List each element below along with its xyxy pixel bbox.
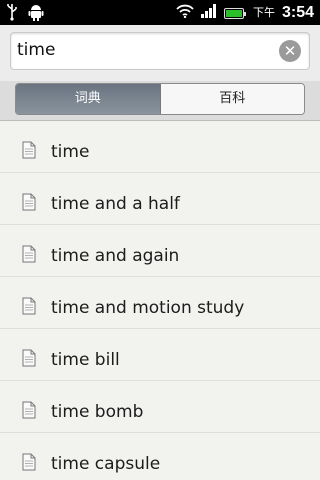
document-icon (22, 349, 36, 367)
search-input-text: time (17, 40, 56, 60)
status-ampm: 下午 (252, 6, 275, 19)
tab-bar: 词典 百科 (15, 83, 305, 115)
list-item[interactable]: time and motion study (0, 277, 320, 329)
list-item[interactable]: time bomb (0, 381, 320, 433)
list-item-label: time bill (51, 350, 120, 370)
android-icon (28, 3, 44, 26)
tab-dictionary[interactable]: 词典 (16, 84, 161, 114)
list-item-label: time (51, 142, 90, 162)
document-icon (22, 193, 36, 211)
status-time: 3:54 (281, 4, 314, 21)
status-bar: 下午 3:54 (0, 0, 320, 25)
list-item-label: time and a half (51, 194, 180, 214)
list-item[interactable]: time (0, 121, 320, 173)
list-item[interactable]: time bill (0, 329, 320, 381)
clear-icon[interactable]: ✕ (279, 40, 301, 62)
list-item-label: time bomb (51, 402, 144, 422)
list-item-label: time and again (51, 246, 180, 266)
document-icon (22, 401, 36, 419)
list-item[interactable]: time and a half (0, 173, 320, 225)
document-icon (22, 297, 36, 315)
battery-icon (223, 7, 246, 19)
list-item[interactable]: time and again (0, 225, 320, 277)
results-list: time time and a half time and again time… (0, 121, 320, 480)
list-item[interactable]: time capsule (0, 433, 320, 480)
document-icon (22, 245, 36, 263)
status-bar-right: 下午 3:54 (176, 2, 314, 24)
wifi-icon (176, 4, 194, 23)
search-area: time ✕ (0, 25, 320, 81)
signal-icon (200, 3, 217, 23)
search-input[interactable]: time ✕ (10, 32, 310, 70)
list-item-label: time and motion study (51, 298, 245, 318)
tabs-area: 词典 百科 (0, 81, 320, 121)
tab-encyclopedia[interactable]: 百科 (160, 84, 304, 114)
document-icon (22, 141, 36, 159)
usb-icon (6, 3, 18, 26)
list-item-label: time capsule (51, 454, 161, 474)
document-icon (22, 453, 36, 471)
status-bar-left (6, 3, 44, 26)
